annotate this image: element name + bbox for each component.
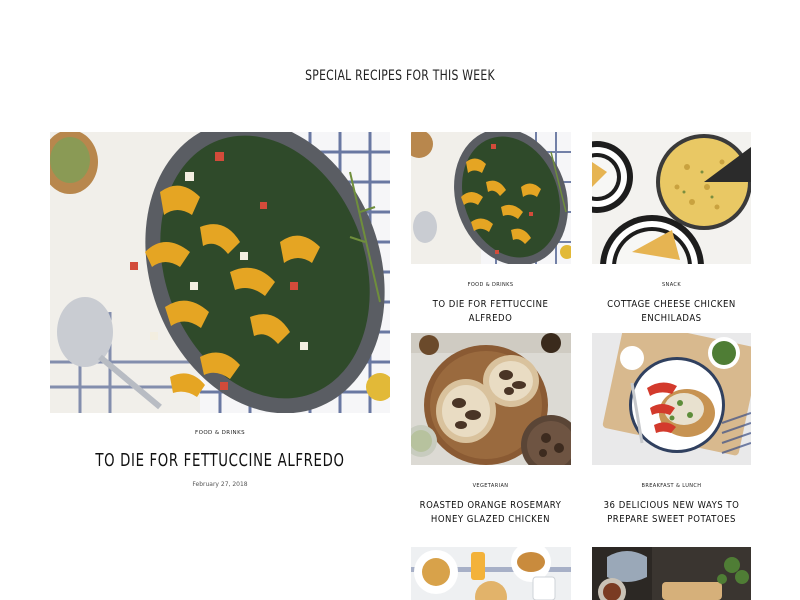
featured-date: February 27, 2018 — [192, 481, 248, 488]
recipe-card-title[interactable]: COTTAGE CHEESE CHICKEN ENCHILADAS — [592, 298, 751, 326]
recipe-card-category[interactable]: BREAKFAST & LUNCH — [592, 483, 751, 489]
section-title: SPECIAL RECIPES FOR THIS WEEK — [305, 68, 495, 84]
recipe-card-category[interactable]: SNACK — [592, 282, 751, 288]
recipe-card-image[interactable] — [411, 132, 571, 264]
recipe-card-image[interactable] — [411, 547, 571, 600]
recipe-card-image[interactable] — [411, 333, 571, 465]
featured-recipe-image[interactable] — [50, 132, 390, 413]
recipe-card-image[interactable] — [592, 547, 751, 600]
featured-title[interactable]: TO DIE FOR FETTUCCINE ALFREDO — [81, 450, 360, 471]
recipe-card-category[interactable]: VEGETARIAN — [411, 483, 570, 489]
recipe-card-category[interactable]: FOOD & DRINKS — [411, 282, 570, 288]
featured-category[interactable]: FOOD & DRINKS — [50, 430, 390, 436]
recipe-card-title[interactable]: ROASTED ORANGE ROSEMARY HONEY GLAZED CHI… — [411, 499, 570, 527]
recipe-card-title[interactable]: TO DIE FOR FETTUCCINE ALFREDO — [411, 298, 570, 326]
recipe-card-title[interactable]: 36 DELICIOUS NEW WAYS TO PREPARE SWEET P… — [592, 499, 751, 527]
recipe-card-image[interactable] — [592, 132, 751, 264]
recipe-card-image[interactable] — [592, 333, 751, 465]
